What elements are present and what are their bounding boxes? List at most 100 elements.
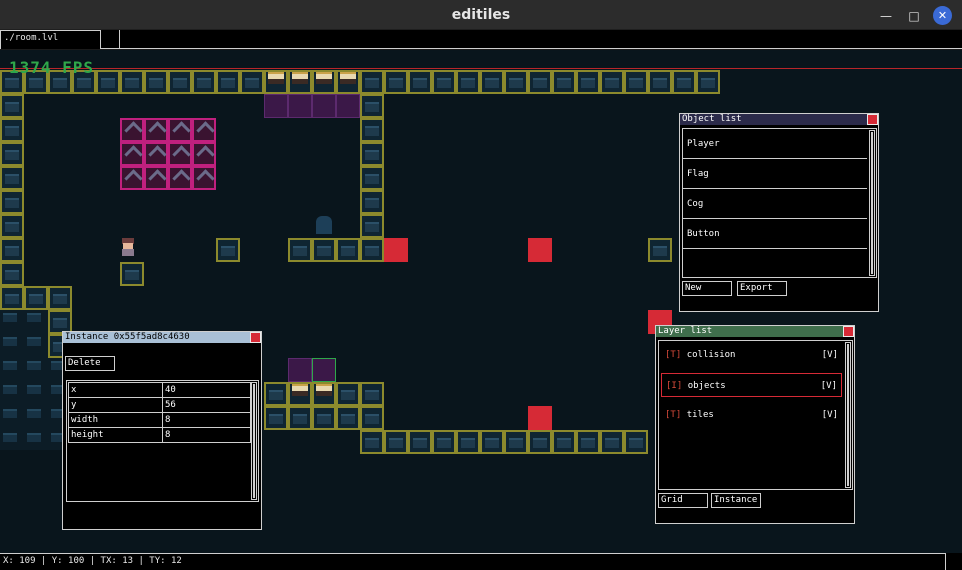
properties-scrollbar[interactable]	[251, 382, 257, 500]
red-marker	[384, 238, 408, 262]
object-list-close-button[interactable]	[867, 114, 878, 125]
object-list-title: Object list	[682, 114, 742, 124]
layer-visibility-toggle[interactable]: [V]	[822, 403, 838, 427]
background-tile	[0, 378, 24, 402]
ghost-tile	[264, 94, 288, 118]
wall-tile	[408, 430, 432, 454]
wall-tile	[360, 190, 384, 214]
minimize-icon[interactable]: —	[877, 7, 895, 25]
object-list-scrollthumb[interactable]	[871, 132, 873, 274]
resize-grip[interactable]	[945, 553, 962, 570]
pink-block	[168, 142, 192, 166]
wall-tile	[120, 262, 144, 286]
property-value[interactable]: 8	[162, 412, 251, 428]
wall-tile	[336, 382, 360, 406]
wall-tile	[312, 406, 336, 430]
wall-tile	[360, 430, 384, 454]
wall-tile	[624, 70, 648, 94]
object-list-item[interactable]: Flag	[683, 159, 867, 189]
player-sprite	[120, 238, 136, 258]
property-key: y	[68, 397, 163, 413]
wall-tile	[0, 142, 24, 166]
ghost-tile	[288, 94, 312, 118]
wall-tile	[336, 238, 360, 262]
maximize-icon[interactable]: □	[905, 7, 923, 25]
instance-close-button[interactable]	[250, 332, 261, 343]
wall-tile	[456, 430, 480, 454]
wall-tile	[264, 406, 288, 430]
property-row: x 40	[68, 382, 251, 398]
wall-tile	[120, 70, 144, 94]
wall-tile	[0, 238, 24, 262]
wall-tile	[384, 70, 408, 94]
layer-row-objects[interactable]: [I] objects [V]	[661, 373, 842, 397]
object-list-item[interactable]: Player	[683, 129, 867, 159]
wall-tile	[192, 70, 216, 94]
property-key: x	[68, 382, 163, 398]
red-marker	[528, 406, 552, 430]
wall-tile	[168, 70, 192, 94]
pink-block	[168, 166, 192, 190]
status-bar: X: 109 | Y: 100 | TX: 13 | TY: 12	[0, 553, 962, 570]
delete-button[interactable]: Delete	[65, 356, 115, 371]
property-value[interactable]: 56	[162, 397, 251, 413]
wall-tile	[432, 430, 456, 454]
wall-tile	[600, 70, 624, 94]
layer-row-collision[interactable]: [T] collision [V]	[661, 343, 842, 367]
layer-list-box: [T] collision [V] [I] objects [V] [T] ti…	[658, 340, 853, 490]
spring-tile	[312, 382, 336, 406]
wall-tile	[528, 430, 552, 454]
layer-row-tiles[interactable]: [T] tiles [V]	[661, 403, 842, 427]
object-list-header[interactable]: Object list	[680, 114, 878, 125]
new-object-button[interactable]: New	[682, 281, 732, 296]
wall-tile	[552, 430, 576, 454]
wall-tile	[360, 118, 384, 142]
background-tile	[24, 354, 48, 378]
spring-tile	[264, 70, 288, 94]
instance-title: Instance 0x55f5ad8c4630	[65, 332, 190, 342]
property-value[interactable]: 8	[162, 427, 251, 443]
wall-tile	[0, 190, 24, 214]
tombstone-object	[316, 216, 332, 234]
wall-tile	[648, 238, 672, 262]
wall-tile	[48, 286, 72, 310]
wall-tile	[288, 238, 312, 262]
instance-header[interactable]: Instance 0x55f5ad8c4630	[63, 332, 261, 343]
layer-list-scrollthumb[interactable]	[847, 344, 849, 486]
layer-visibility-toggle[interactable]: [V]	[822, 343, 838, 367]
wall-tile	[360, 142, 384, 166]
wall-tile	[0, 214, 24, 238]
wall-tile	[504, 70, 528, 94]
export-button[interactable]: Export	[737, 281, 787, 296]
tab-room-lvl[interactable]: ./room.lvl	[0, 30, 101, 49]
player-body	[122, 249, 134, 256]
wall-tile	[360, 238, 384, 262]
wall-tile	[216, 70, 240, 94]
wall-tile	[384, 430, 408, 454]
instance-button[interactable]: Instance	[711, 493, 761, 508]
ghost-tile	[288, 358, 312, 382]
wall-tile	[552, 70, 576, 94]
layer-list-close-button[interactable]	[843, 326, 854, 337]
grid-button[interactable]: Grid	[658, 493, 708, 508]
object-list-scrollbar[interactable]	[869, 130, 875, 276]
layer-list-scrollbar[interactable]	[845, 342, 851, 488]
object-list-item[interactable]: Button	[683, 219, 867, 249]
layer-visibility-toggle[interactable]: [V]	[821, 374, 837, 398]
properties-scrollthumb[interactable]	[253, 384, 255, 498]
wall-tile	[24, 286, 48, 310]
pink-block	[192, 118, 216, 142]
window-title: editiles	[451, 6, 511, 23]
wall-tile	[528, 70, 552, 94]
layer-list-header[interactable]: Layer list	[656, 326, 854, 337]
pink-block	[144, 142, 168, 166]
wall-tile	[360, 94, 384, 118]
object-list-item[interactable]: Cog	[683, 189, 867, 219]
spring-tile	[312, 70, 336, 94]
layer-type-tag: [T]	[665, 410, 682, 420]
layer-type-tag: [I]	[666, 381, 683, 391]
close-icon[interactable]: ✕	[933, 6, 952, 25]
instance-properties-box: x 40 y 56 width 8 height 8	[66, 380, 259, 502]
pink-block	[120, 142, 144, 166]
property-value[interactable]: 40	[162, 382, 251, 398]
